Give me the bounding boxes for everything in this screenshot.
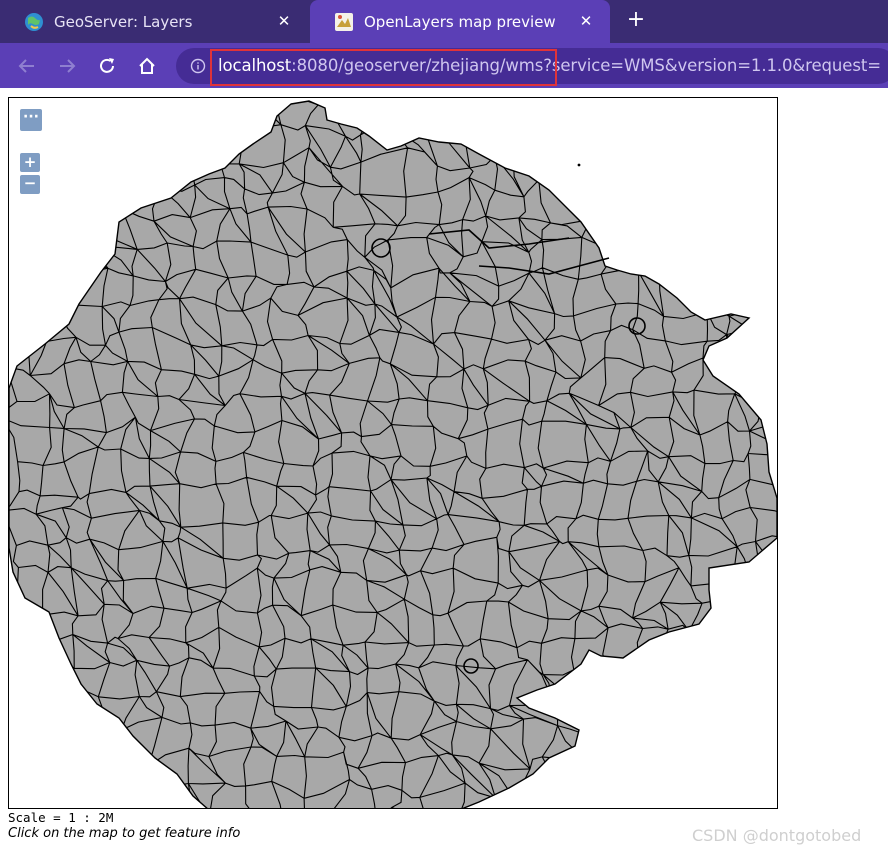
openlayers-icon	[334, 12, 354, 32]
zoom-out-button[interactable]: −	[20, 175, 40, 194]
home-icon[interactable]	[134, 53, 160, 79]
scale-label: Scale = 1 : 2M	[8, 810, 114, 825]
new-tab-button[interactable]: +	[624, 9, 648, 33]
map-viewport[interactable]: ··· + −	[8, 97, 778, 809]
site-info-icon[interactable]	[190, 58, 206, 74]
layer-switcher-button[interactable]: ···	[20, 109, 42, 131]
back-icon[interactable]	[14, 53, 40, 79]
forward-icon[interactable]	[54, 53, 80, 79]
zoom-in-button[interactable]: +	[20, 153, 40, 172]
tab-bar: GeoServer: Layers ✕ OpenLayers map previ…	[0, 0, 888, 43]
url-highlight-box	[210, 49, 557, 86]
tab-geoserver-layers[interactable]: GeoServer: Layers ✕	[0, 0, 308, 43]
tab-openlayers-preview[interactable]: OpenLayers map preview ✕	[310, 0, 610, 43]
close-tab-icon[interactable]: ✕	[576, 11, 596, 31]
tab-title: OpenLayers map preview	[364, 12, 556, 31]
geoserver-globe-icon	[24, 12, 44, 32]
tab-title: GeoServer: Layers	[54, 12, 193, 31]
feature-info-hint: Click on the map to get feature info	[8, 826, 241, 841]
reload-icon[interactable]	[94, 53, 120, 79]
zhejiang-township-map[interactable]	[9, 98, 778, 809]
csdn-watermark: CSDN @dontgotobed	[692, 826, 862, 845]
close-tab-icon[interactable]: ✕	[274, 11, 294, 31]
map-dot	[577, 163, 581, 167]
